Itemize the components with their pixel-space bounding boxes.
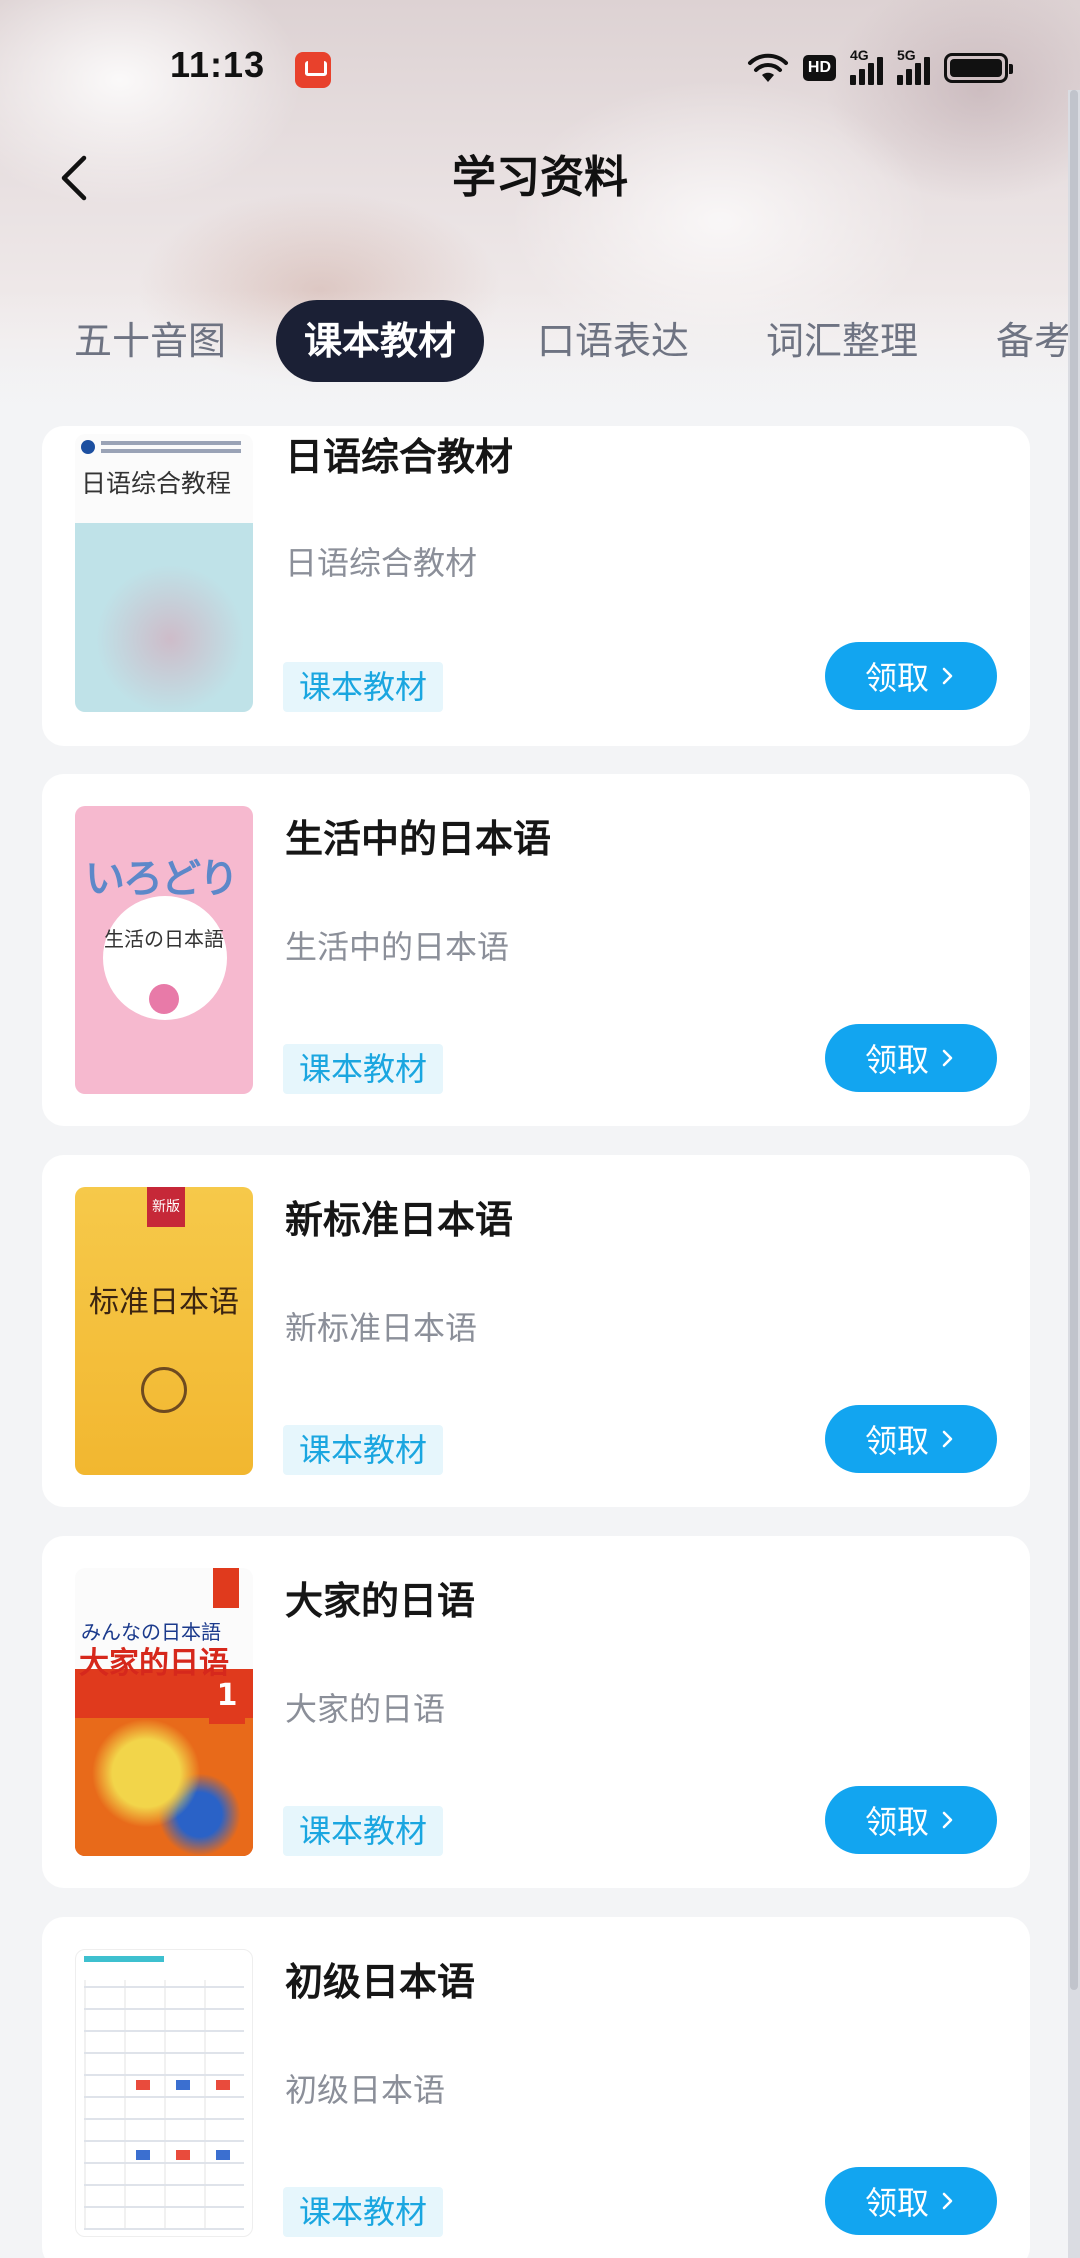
item-subtitle: 新标准日本语 [285,1309,478,1347]
list-item[interactable]: 初级日本语 初级日本语 课本教材 领取 [42,1917,1030,2258]
list-item[interactable]: いろどり 生活の日本語 生活中的日本语 生活中的日本语 课本教材 领取 [42,774,1030,1126]
claim-button[interactable]: 领取 [825,1024,997,1092]
category-tag: 课本教材 [283,2187,444,2237]
item-subtitle: 大家的日语 [285,1690,446,1728]
tab-textbooks[interactable]: 课本教材 [276,300,485,382]
claim-button[interactable]: 领取 [825,2167,997,2235]
status-time: 11:13 [170,44,266,85]
battery-icon [944,53,1013,83]
claim-button[interactable]: 领取 [825,642,997,710]
signal-5g-icon: 5G [897,47,930,85]
category-tag: 课本教材 [283,1806,444,1856]
claim-button-label: 领取 [864,1422,929,1460]
category-tag: 课本教材 [283,662,444,712]
wifi-icon [747,53,788,82]
cover-title: 标准日本语 [89,1285,239,1320]
category-tag: 课本教材 [283,1044,444,1094]
cover-title: 日语综合教程 [81,469,232,498]
hd-voice-icon: HD [802,55,836,81]
item-title: 初级日本语 [285,1960,476,2004]
item-title: 日语综合教材 [285,435,514,479]
item-subtitle: 日语综合教材 [285,544,478,582]
book-cover-image: 新版 标准日本语 [75,1187,253,1475]
tab-gojuon[interactable]: 五十音图 [74,300,226,382]
cover-subtitle: 生活の日本語 [104,927,224,951]
chevron-right-icon [942,1811,953,1829]
cover-badge: 新版 [147,1187,185,1227]
claim-button-label: 领取 [864,2184,929,2222]
tab-speaking[interactable]: 口语表达 [537,300,689,382]
cover-number: 1 [209,1678,245,1724]
list-item[interactable]: 日语综合教程 日语综合教材 日语综合教材 课本教材 领取 [42,426,1030,746]
status-bar: 11:13 HD 4G 5G [0,0,1080,130]
item-subtitle: 初级日本语 [285,2071,446,2109]
item-title: 新标准日本语 [285,1198,514,1242]
list-item[interactable]: みんなの日本語 大家的日语 1 大家的日语 大家的日语 课本教材 领取 [42,1536,1030,1888]
list-item[interactable]: 新版 标准日本语 新标准日本语 新标准日本语 课本教材 领取 [42,1155,1030,1507]
book-cover-image: みんなの日本語 大家的日语 1 [75,1568,253,1856]
book-cover-image: いろどり 生活の日本語 [75,806,253,1094]
category-tag: 课本教材 [283,1425,444,1475]
cover-title: 大家的日语 [79,1646,229,1681]
item-subtitle: 生活中的日本语 [285,928,510,966]
claim-button-label: 领取 [864,1803,929,1841]
signal-4g-icon: 4G [850,47,883,85]
item-title: 大家的日语 [285,1579,476,1623]
status-indicators: HD 4G 5G [747,47,1013,88]
book-cover-image [75,1949,253,2237]
chevron-right-icon [942,1430,953,1448]
page-title: 学习资料 [452,152,628,203]
tab-vocabulary[interactable]: 词汇整理 [766,300,918,382]
chevron-right-icon [942,1049,953,1067]
app-notification-icon [295,52,331,88]
chevron-right-icon [942,2192,953,2210]
category-tabs: 五十音图 课本教材 口语表达 词汇整理 备考资 [0,300,1080,382]
item-title: 生活中的日本语 [285,817,552,861]
claim-button-label: 领取 [864,659,929,697]
claim-button[interactable]: 领取 [825,1786,997,1854]
scrollbar-thumb[interactable] [1070,90,1078,1990]
claim-button-label: 领取 [864,1041,929,1079]
book-cover-image: 日语综合教程 [75,434,253,712]
chevron-right-icon [942,667,953,685]
claim-button[interactable]: 领取 [825,1405,997,1473]
scrollbar[interactable] [1068,90,1080,2258]
